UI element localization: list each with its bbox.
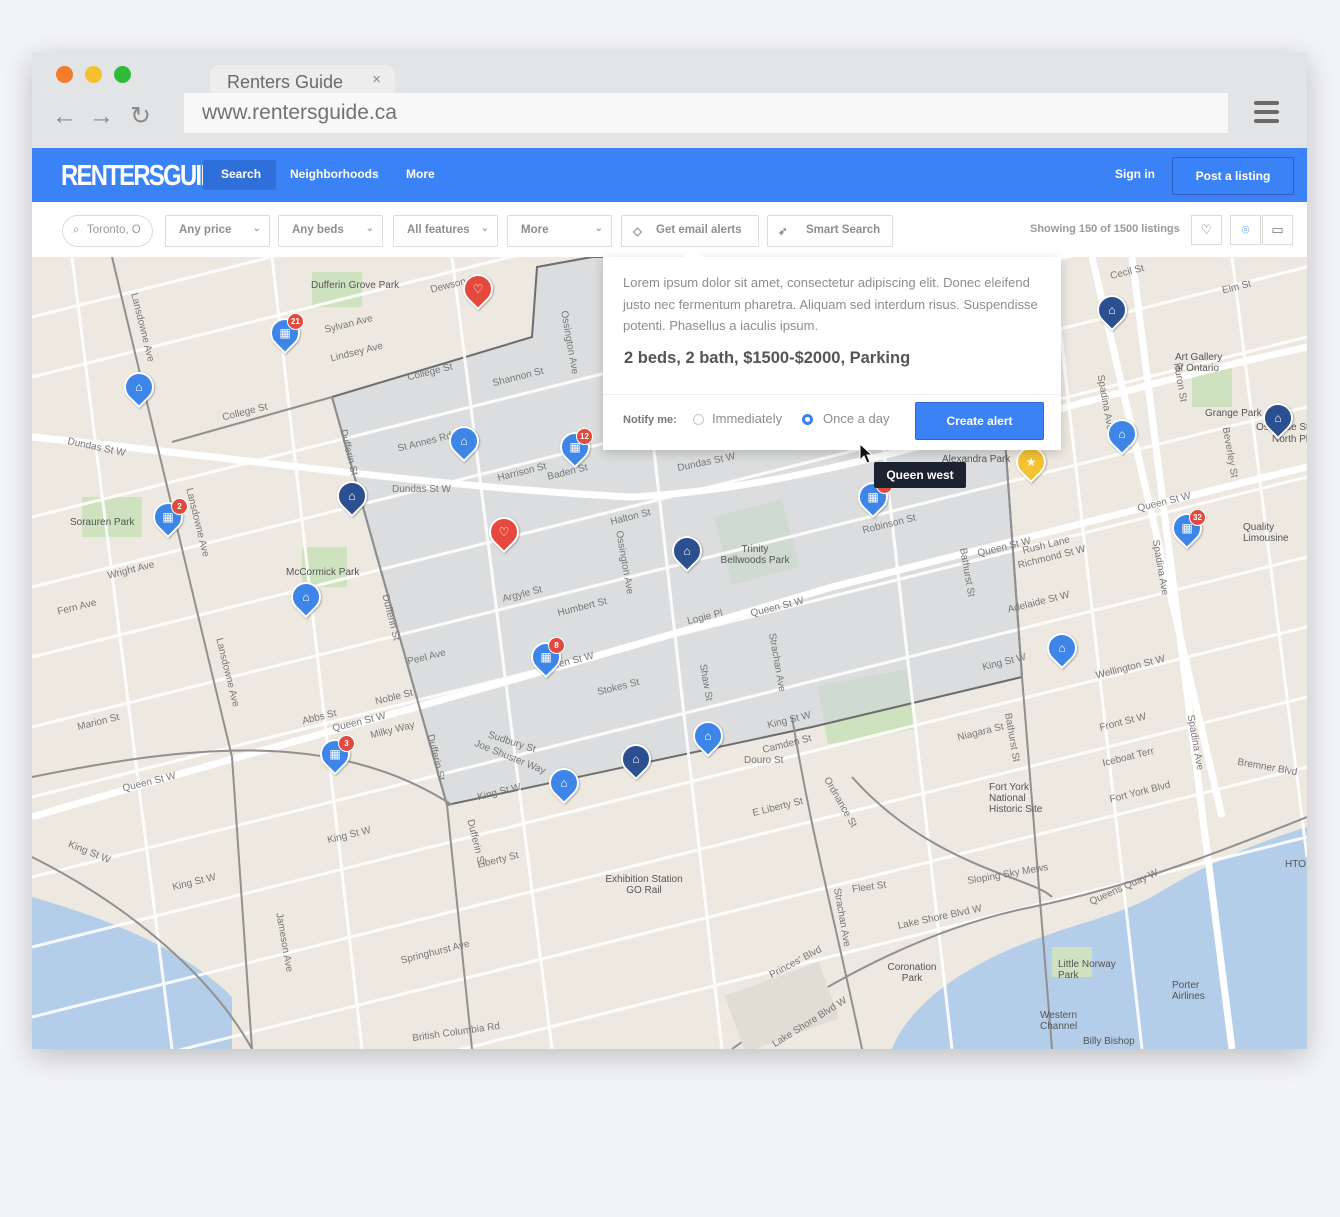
nav-search[interactable]: Search: [221, 167, 261, 181]
nav-neighborhoods[interactable]: Neighborhoods: [290, 167, 379, 181]
browser-chrome: Renters Guide × ← → ↻ www.rentersguide.c…: [32, 52, 1307, 148]
radio-once-a-day-label: Once a day: [823, 411, 890, 426]
smart-search-label: Smart Search: [806, 224, 881, 236]
sign-in-link[interactable]: Sign in: [1115, 167, 1155, 181]
cluster-count-badge: 2: [171, 498, 188, 515]
heart-icon: ♡: [472, 282, 484, 296]
filter-bar: ⌕ Toronto, O Any price ⌄ Any beds ⌄ All fe…: [32, 202, 1307, 258]
neighborhood-tooltip: Queen west: [874, 462, 966, 488]
place-label: Art Gallery of Ontario: [1175, 352, 1223, 374]
chevron-down-icon: ⌄: [252, 223, 261, 234]
minimize-window-dot[interactable]: [85, 66, 102, 83]
home-icon: ⌂: [460, 434, 468, 448]
notify-label: Notify me:: [623, 414, 677, 426]
tab-close-icon[interactable]: ×: [372, 71, 381, 88]
place-label: Exhibition Station GO Rail: [605, 874, 683, 896]
tag-icon: ◇: [633, 226, 642, 238]
cluster-count-badge: 8: [548, 637, 565, 654]
features-dropdown[interactable]: All features ⌄: [393, 215, 498, 247]
create-alert-button[interactable]: Create alert: [915, 402, 1044, 440]
home-icon: ⌂: [1118, 427, 1126, 441]
email-alerts-label: Get email alerts: [656, 224, 742, 236]
home-icon: ⌂: [704, 729, 712, 743]
beds-dropdown[interactable]: Any beds ⌄: [278, 215, 383, 247]
place-label: McCormick Park: [286, 567, 360, 578]
home-icon: ⌂: [348, 489, 356, 503]
place-label: Coronation Park: [887, 962, 937, 984]
chevron-down-icon: ⌄: [480, 223, 489, 234]
home-icon: ⌂: [1274, 411, 1282, 425]
place-label: Trinity Bellwoods Park: [720, 544, 790, 566]
chevron-down-icon: ⌄: [594, 223, 603, 234]
rocket-icon: ➶: [778, 226, 788, 238]
place-label: Quality Limousine: [1243, 522, 1289, 544]
beds-dropdown-label: Any beds: [292, 224, 344, 236]
cluster-count-badge: 32: [1189, 509, 1206, 526]
cluster-count-badge: 12: [576, 428, 593, 445]
price-dropdown-label: Any price: [179, 224, 232, 236]
cluster-count-badge: 21: [287, 313, 304, 330]
place-label: Little Norway Park: [1058, 959, 1116, 981]
street-label: Douro St: [744, 755, 784, 766]
nav-more[interactable]: More: [406, 167, 435, 181]
square-icon[interactable]: ▭: [1262, 215, 1293, 245]
home-icon: ⌂: [1108, 303, 1116, 317]
place-label: Porter Airlines: [1172, 980, 1205, 1002]
radio-once-a-day[interactable]: [802, 414, 813, 425]
address-bar[interactable]: www.rentersguide.ca: [184, 93, 1228, 133]
search-icon: ⌕: [73, 224, 80, 236]
home-icon: ⌂: [632, 752, 640, 766]
cursor-icon: [859, 443, 873, 464]
chevron-down-icon: ⌄: [365, 223, 374, 234]
smart-search-button[interactable]: ➶ Smart Search: [767, 215, 893, 247]
close-window-dot[interactable]: [56, 66, 73, 83]
location-input[interactable]: ⌕ Toronto, O: [62, 215, 153, 247]
home-icon: ⌂: [302, 590, 310, 604]
listing-count: Showing 150 of 1500 listings: [1030, 223, 1180, 235]
star-icon: ★: [1025, 455, 1037, 469]
place-label: Western Channel: [1040, 1010, 1078, 1032]
home-icon: ⌂: [135, 380, 143, 394]
alert-description: Lorem ipsum dolor sit amet, consectetur …: [623, 275, 1038, 333]
home-icon: ⌂: [683, 544, 691, 558]
place-label: HTO: [1285, 859, 1306, 870]
heart-icon: ♡: [498, 525, 510, 539]
back-icon[interactable]: ←: [52, 101, 77, 131]
post-listing-button[interactable]: Post a listing: [1172, 157, 1294, 195]
cluster-count-badge: 3: [338, 735, 355, 752]
email-alert-popup: Lorem ipsum dolor sit amet, consectetur …: [603, 247, 1061, 450]
price-dropdown[interactable]: Any price ⌄: [165, 215, 270, 247]
tab-title: Renters Guide: [227, 72, 344, 92]
email-alerts-button[interactable]: ◇ Get email alerts: [621, 215, 759, 247]
browser-window: Renters Guide × ← → ↻ www.rentersguide.c…: [32, 52, 1307, 1049]
place-label: Sorauren Park: [70, 517, 135, 528]
maximize-window-dot[interactable]: [114, 66, 131, 83]
place-label: Fort York National Historic Site: [989, 782, 1043, 815]
heart-icon[interactable]: ♡: [1191, 215, 1222, 245]
home-icon: ⌂: [1058, 641, 1066, 655]
menu-icon[interactable]: [1254, 101, 1279, 128]
radio-immediately-label: Immediately: [712, 411, 783, 426]
alert-summary: 2 beds, 2 bath, $1500-$2000, Parking: [624, 349, 911, 367]
street-label: Dundas St W: [392, 484, 451, 495]
reload-icon[interactable]: ↻: [130, 101, 151, 131]
popup-divider: [603, 394, 1061, 395]
radio-immediately[interactable]: [693, 414, 704, 425]
place-label: Grange Park: [1205, 408, 1262, 419]
place-label: Dufferin Grove Park: [311, 280, 400, 291]
place-label: Billy Bishop: [1083, 1036, 1135, 1047]
home-icon: ⌂: [560, 776, 568, 790]
site-header: RENTERSGUIDE Search Neighborhoods More S…: [32, 148, 1307, 202]
url-text: www.rentersguide.ca: [202, 101, 397, 124]
forward-icon[interactable]: →: [89, 101, 114, 131]
features-dropdown-label: All features: [407, 224, 470, 236]
more-dropdown-label: More: [521, 224, 549, 236]
more-dropdown[interactable]: More ⌄: [507, 215, 612, 247]
location-placeholder: Toronto, O: [87, 224, 141, 236]
pin-icon[interactable]: ⌾: [1230, 215, 1261, 245]
